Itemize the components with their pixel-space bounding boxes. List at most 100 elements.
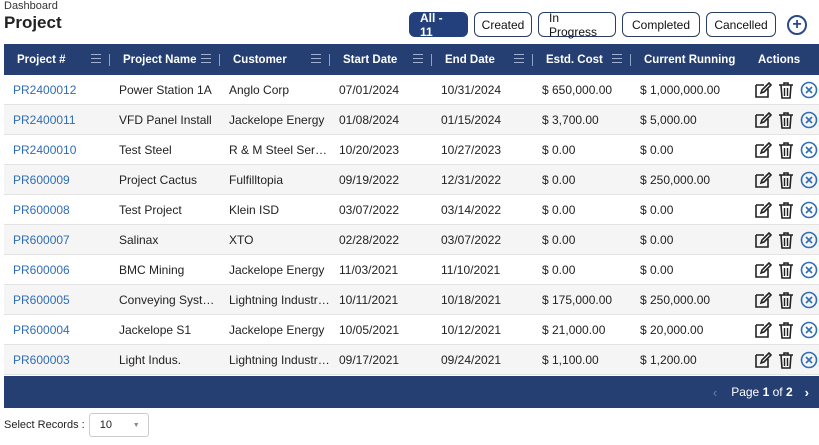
edit-icon[interactable]	[753, 80, 773, 100]
table-row: PR2400012 Power Station 1A Anglo Corp 07/01…	[4, 75, 819, 105]
project-number-link[interactable]: PR600009	[4, 173, 110, 187]
trash-icon[interactable]	[776, 350, 796, 370]
status-filter-bar: All - 11 Created In Progress Completed C…	[409, 11, 807, 39]
project-number-link[interactable]: PR600008	[4, 203, 110, 217]
trash-icon[interactable]	[776, 200, 796, 220]
edit-icon[interactable]	[753, 170, 773, 190]
edit-icon[interactable]	[753, 350, 773, 370]
table-row: PR2400010 Test Steel R & M Steel Services 1…	[4, 135, 819, 165]
column-header-start-date[interactable]: Start Date	[330, 44, 432, 75]
table-header: Project # Project Name Customer Start Da…	[4, 44, 819, 75]
column-menu-icon[interactable]	[201, 54, 211, 63]
row-actions	[745, 140, 819, 160]
estd-cost: $ 21,000.00	[542, 322, 606, 337]
select-records-label: Select Records :	[4, 419, 85, 431]
column-header-project-number[interactable]: Project #	[4, 44, 110, 75]
column-menu-icon[interactable]	[413, 54, 423, 63]
cancel-circle-icon[interactable]	[799, 140, 819, 160]
column-header-current-running[interactable]: Current Running	[631, 44, 745, 75]
estd-cost: $ 650,000.00	[542, 82, 613, 97]
edit-icon[interactable]	[753, 110, 773, 130]
cancel-circle-icon[interactable]	[799, 80, 819, 100]
estd-cost: $ 0.00	[542, 262, 576, 277]
project-number-link[interactable]: PR2400011	[4, 113, 110, 127]
cancel-circle-icon[interactable]	[799, 200, 819, 220]
current-running: $ 250,000.00	[640, 172, 711, 187]
column-header-estd-cost[interactable]: Estd. Cost	[533, 44, 631, 75]
filter-completed-button[interactable]: Completed	[622, 12, 700, 37]
filter-created-button[interactable]: Created	[474, 12, 532, 37]
table-row: PR600006 BMC Mining Jackelope Energy 11/03/…	[4, 255, 819, 285]
start-date: 09/17/2021	[339, 352, 400, 367]
current-running: $ 1,200.00	[640, 352, 697, 367]
edit-icon[interactable]	[753, 140, 773, 160]
column-menu-icon[interactable]	[612, 54, 622, 63]
customer: Lightning Industries	[229, 352, 330, 367]
start-date: 10/20/2023	[339, 142, 400, 157]
project-number-link[interactable]: PR600003	[4, 353, 110, 367]
trash-icon[interactable]	[776, 260, 796, 280]
filter-all-button[interactable]: All - 11	[409, 11, 468, 39]
current-running: $ 0.00	[640, 142, 674, 157]
table-row: PR600004 Jackelope S1 Jackelope Energy 10/0…	[4, 315, 819, 345]
column-menu-icon[interactable]	[311, 54, 321, 63]
cancel-circle-icon[interactable]	[799, 350, 819, 370]
current-running: $ 0.00	[640, 202, 674, 217]
breadcrumb[interactable]: Dashboard	[4, 0, 58, 12]
cancel-circle-icon[interactable]	[799, 260, 819, 280]
start-date: 10/11/2021	[339, 292, 399, 307]
project-number-link[interactable]: PR600005	[4, 293, 110, 307]
filter-cancelled-button[interactable]: Cancelled	[706, 12, 776, 37]
column-menu-icon[interactable]	[514, 54, 524, 63]
table-row: PR2400011 VFD Panel Install Jackelope Ener…	[4, 105, 819, 135]
column-menu-icon[interactable]	[91, 54, 101, 63]
edit-icon[interactable]	[753, 320, 773, 340]
page-label: Page	[731, 385, 760, 399]
column-header-end-date[interactable]: End Date	[432, 44, 533, 75]
column-header-project-name[interactable]: Project Name	[110, 44, 220, 75]
estd-cost: $ 0.00	[542, 172, 576, 187]
trash-icon[interactable]	[776, 80, 796, 100]
end-date: 10/27/2023	[441, 142, 502, 157]
project-number-link[interactable]: PR2400010	[4, 143, 110, 157]
cancel-circle-icon[interactable]	[799, 320, 819, 340]
filter-in-progress-button[interactable]: In Progress	[538, 11, 616, 39]
cancel-circle-icon[interactable]	[799, 290, 819, 310]
project-name: Power Station 1A	[119, 82, 212, 97]
estd-cost: $ 0.00	[542, 202, 576, 217]
table-row: PR600005 Conveying Systems Lightning Indus…	[4, 285, 819, 315]
edit-icon[interactable]	[753, 290, 773, 310]
cancel-circle-icon[interactable]	[799, 170, 819, 190]
project-number-link[interactable]: PR600006	[4, 263, 110, 277]
previous-page-icon[interactable]: ‹	[713, 385, 717, 400]
trash-icon[interactable]	[776, 290, 796, 310]
cancel-circle-icon[interactable]	[799, 230, 819, 250]
edit-icon[interactable]	[753, 230, 773, 250]
customer: Klein ISD	[229, 202, 280, 217]
trash-icon[interactable]	[776, 140, 796, 160]
edit-icon[interactable]	[753, 260, 773, 280]
current-running: $ 0.00	[640, 262, 674, 277]
project-number-link[interactable]: PR2400012	[4, 83, 110, 97]
row-actions	[745, 290, 819, 310]
trash-icon[interactable]	[776, 230, 796, 250]
table-row: PR600008 Test Project Klein ISD 03/07/2022 0…	[4, 195, 819, 225]
add-project-icon[interactable]: +	[787, 14, 807, 35]
edit-icon[interactable]	[753, 200, 773, 220]
trash-icon[interactable]	[776, 170, 796, 190]
trash-icon[interactable]	[776, 320, 796, 340]
cancel-circle-icon[interactable]	[799, 110, 819, 130]
current-running: $ 1,000,000.00	[640, 82, 721, 97]
project-name: Light Indus.	[119, 352, 182, 367]
project-number-link[interactable]: PR600007	[4, 233, 110, 247]
records-per-page-select[interactable]: 10 ▼	[88, 413, 149, 437]
current-page: 1	[762, 385, 770, 399]
project-name: Jackelope S1	[119, 322, 192, 337]
column-header-customer[interactable]: Customer	[220, 44, 330, 75]
table-row: PR600009 Project Cactus Fulfilltopia 09/19/…	[4, 165, 819, 195]
start-date: 11/03/2021	[339, 262, 399, 277]
trash-icon[interactable]	[776, 110, 796, 130]
next-page-icon[interactable]: ›	[805, 385, 809, 400]
project-number-link[interactable]: PR600004	[4, 323, 110, 337]
current-running: $ 250,000.00	[640, 292, 711, 307]
